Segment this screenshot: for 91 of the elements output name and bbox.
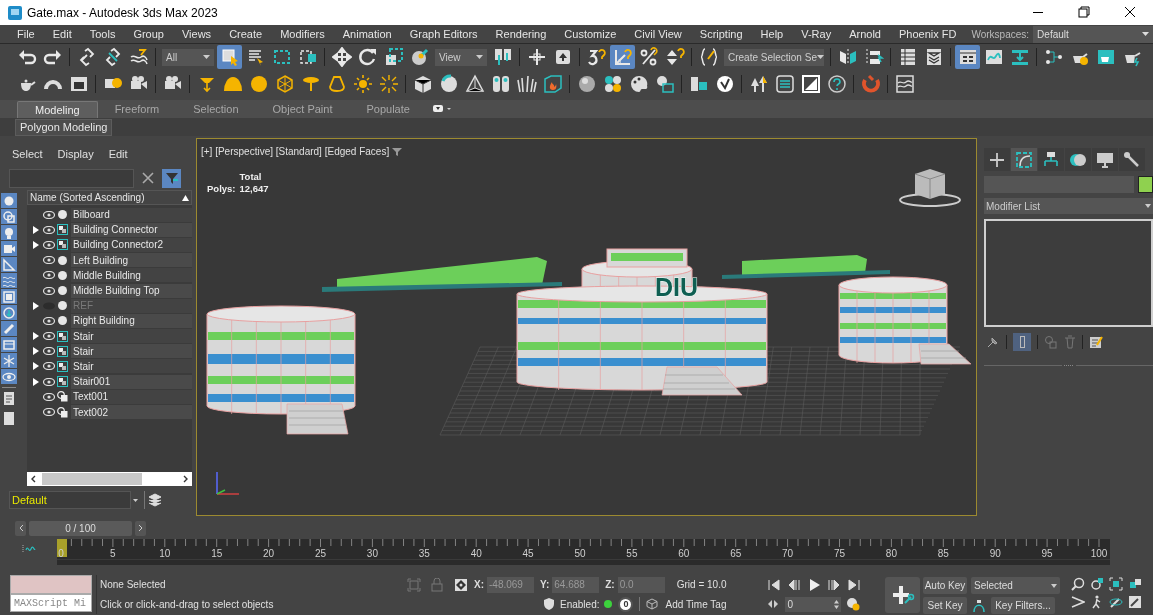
frame-number: 65: [730, 547, 742, 561]
frame-number: 35: [418, 547, 430, 561]
x-label: X:: [474, 578, 484, 593]
object-name[interactable]: Building Connector: [71, 222, 192, 237]
ribbon-tab[interactable]: Object Paint: [255, 101, 350, 118]
workspaces-label: Workspaces:: [971, 27, 1030, 42]
named-selection-dropdown[interactable]: Create Selection Se: [724, 48, 824, 66]
object-name[interactable]: Left Building: [71, 253, 192, 268]
object-name[interactable]: Text002: [71, 405, 192, 420]
frame-number: 25: [314, 547, 327, 561]
object-name[interactable]: Stair: [71, 329, 192, 344]
frame-field[interactable]: 0: [785, 596, 842, 612]
stats-label: Polys:: [207, 183, 236, 195]
viewport[interactable]: DIU [+] [Perspective] [Standard] [Edged Faces] Total Polys: 12,647: [196, 138, 977, 516]
frame-number: 70: [782, 547, 794, 561]
frame-number: 30: [366, 547, 378, 561]
menu-item[interactable]: V-Ray: [792, 25, 841, 43]
object-name[interactable]: Building Connector2: [71, 237, 192, 252]
stats-heading: Total: [239, 171, 263, 183]
frame-number: 55: [626, 547, 638, 561]
building-sign: DIU: [655, 273, 699, 301]
timeline-track[interactable]: 0 5 10 15 20 25 30 35 40 45 50 55 60 65 70 75 80 85 90 95 100: [57, 539, 1110, 565]
menu-item[interactable]: Tools: [80, 25, 125, 43]
menu-item[interactable]: File: [8, 25, 44, 43]
maxscript-listener-field[interactable]: MAXScript Mi: [10, 594, 92, 612]
frame-number: 60: [678, 547, 690, 561]
z-label: Z:: [605, 578, 615, 593]
enabled-label: Enabled:: [560, 597, 600, 612]
ribbon-panel-tab[interactable]: Polygon Modeling: [15, 118, 113, 136]
selection-status: None Selected: [100, 578, 167, 593]
y-label: Y:: [540, 578, 550, 593]
menu-item[interactable]: Scripting: [690, 25, 752, 43]
frame-number: 5: [110, 547, 116, 561]
add-time-tag-button[interactable]: Add Time Tag: [665, 596, 768, 612]
ribbon-tab[interactable]: Freeform: [97, 101, 177, 118]
auto-key-button[interactable]: Auto Key: [923, 577, 967, 594]
object-name[interactable]: Middle Building Top: [71, 283, 192, 298]
object-name[interactable]: Middle Building: [71, 268, 192, 283]
prompt-text: Click or click-and-drag to select objects: [100, 597, 275, 612]
ribbon-tab[interactable]: Selection: [176, 101, 256, 118]
stats-value: 12,647: [239, 183, 269, 195]
window-title: Gate.max - Autodesk 3ds Max 2023: [27, 4, 218, 22]
frame-number: 45: [522, 547, 534, 561]
menu-item[interactable]: Views: [172, 25, 221, 43]
frame-number: 10: [159, 547, 171, 561]
frame-number: 100: [1090, 547, 1108, 561]
frame-number: 50: [574, 547, 586, 561]
frame-number: 75: [833, 547, 846, 561]
menu-item[interactable]: Rendering: [486, 25, 556, 43]
object-name[interactable]: Stair001: [71, 374, 192, 389]
key-mode-dropdown[interactable]: Selected: [971, 577, 1060, 594]
workspaces-dropdown[interactable]: Default: [1033, 25, 1153, 43]
layer-dropdown[interactable]: Default: [9, 491, 131, 509]
explorer-menu-item[interactable]: Edit: [108, 145, 128, 163]
menu-item[interactable]: Modifiers: [271, 25, 334, 43]
menu-item[interactable]: Animation: [333, 25, 401, 43]
key-filters-button[interactable]: Key Filters...: [991, 597, 1055, 614]
viewport-label[interactable]: [+] [Perspective] [Standard] [Edged Faces]: [201, 144, 390, 159]
menu-item[interactable]: Customize: [555, 25, 626, 43]
selection-filter-dropdown[interactable]: All: [162, 48, 214, 66]
object-name[interactable]: Bilboard: [71, 207, 192, 222]
frame-number: 85: [937, 547, 949, 561]
object-name[interactable]: Right Building: [71, 313, 192, 328]
frame-number: 20: [263, 547, 275, 561]
object-name[interactable]: Text001: [71, 389, 192, 404]
frame-number: 90: [989, 547, 1001, 561]
object-name[interactable]: Stair: [71, 344, 192, 359]
grid-size: Grid = 10.0: [676, 578, 728, 593]
object-name[interactable]: Stair: [71, 359, 192, 374]
frame-number: 0: [58, 547, 64, 561]
explorer-menu-item[interactable]: Select: [12, 145, 43, 163]
set-key-button[interactable]: Set Key: [923, 597, 967, 614]
menu-item[interactable]: Edit: [43, 25, 81, 43]
menu-item[interactable]: Graph Editors: [400, 25, 487, 43]
time-slider-handle[interactable]: 0 / 100: [29, 520, 132, 536]
reference-coordinate-dropdown[interactable]: View: [435, 48, 487, 66]
time-tag-count: 0: [618, 596, 634, 612]
ribbon-tab[interactable]: Populate: [349, 101, 427, 118]
modifier-list-dropdown[interactable]: Modifier List: [984, 198, 1153, 214]
menu-item[interactable]: Create: [220, 25, 272, 43]
menu-item[interactable]: Group: [124, 25, 173, 43]
frame-number: 80: [885, 547, 897, 561]
frame-number: 15: [211, 547, 223, 561]
menu-item[interactable]: Civil View: [625, 25, 691, 43]
frame-number: 40: [470, 547, 482, 561]
ribbon-tab[interactable]: Modeling: [17, 101, 98, 118]
menu-item[interactable]: Arnold: [840, 25, 890, 43]
menu-item[interactable]: Help: [751, 25, 793, 43]
explorer-menu-item[interactable]: Display: [57, 145, 94, 163]
menu-item[interactable]: Phoenix FD: [890, 25, 966, 43]
frame-number: 95: [1041, 547, 1053, 561]
